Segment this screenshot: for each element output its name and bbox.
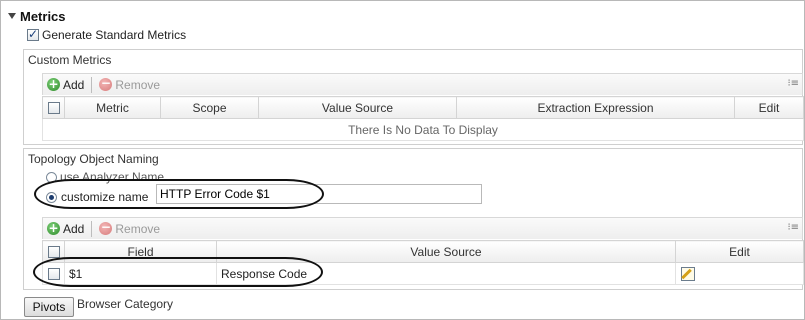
select-all-header[interactable] [42, 96, 65, 119]
column-header-value-source[interactable]: Value Source [258, 96, 457, 119]
add-field-button[interactable]: + Add [43, 219, 88, 239]
customize-name-radio[interactable] [46, 191, 57, 203]
field-cell: $1 [64, 262, 217, 285]
collapse-triangle-icon[interactable] [8, 13, 16, 19]
column-header-extraction-expression[interactable]: Extraction Expression [456, 96, 735, 119]
topology-fields-header-row: Field Value Source Edit [42, 240, 804, 263]
use-analyzer-name-radio[interactable] [46, 171, 57, 183]
metrics-title: Metrics [20, 8, 66, 24]
toolbar-separator [91, 76, 93, 93]
add-field-label: Add [63, 221, 85, 236]
column-header-field[interactable]: Field [64, 240, 217, 263]
use-analyzer-name-option[interactable]: use Analyzer Name [46, 170, 164, 184]
custom-metrics-header-row: Metric Scope Value Source Extraction Exp… [42, 96, 804, 119]
select-all-header[interactable] [42, 240, 65, 263]
custom-metrics-table: Metric Scope Value Source Extraction Exp… [42, 96, 804, 141]
edit-cell [675, 262, 804, 285]
remove-icon: − [99, 76, 113, 91]
column-header-scope[interactable]: Scope [160, 96, 259, 119]
metrics-config-frame: Metrics Generate Standard Metrics Custom… [0, 0, 805, 320]
remove-icon: − [99, 220, 113, 235]
toolbar-separator [91, 220, 93, 237]
value-source-cell: Response Code [216, 262, 676, 285]
column-header-value-source[interactable]: Value Source [216, 240, 676, 263]
empty-row: There Is No Data To Display [42, 118, 804, 141]
pivots-tab-button[interactable]: Pivots [24, 297, 74, 317]
add-metric-button[interactable]: + Add [43, 75, 88, 95]
generate-standard-metrics-checkbox[interactable] [27, 27, 39, 41]
use-analyzer-name-label: use Analyzer Name [60, 170, 165, 184]
metrics-section-header[interactable]: Metrics [8, 7, 66, 25]
select-all-checkbox[interactable] [47, 102, 60, 115]
column-header-edit[interactable]: Edit [734, 96, 804, 119]
generate-standard-metrics-label: Generate Standard Metrics [42, 28, 187, 42]
row-checkbox[interactable] [48, 268, 60, 281]
remove-metric-label: Remove [115, 77, 161, 92]
select-all-checkbox[interactable] [47, 246, 60, 259]
topology-naming-panel: Topology Object Naming use Analyzer Name… [23, 148, 804, 290]
column-header-metric[interactable]: Metric [64, 96, 161, 119]
remove-field-label: Remove [115, 221, 161, 236]
custom-metrics-title: Custom Metrics [28, 53, 112, 67]
add-metric-label: Add [63, 77, 85, 92]
remove-metric-button[interactable]: − Remove [95, 75, 164, 95]
edit-pencil-icon[interactable] [681, 266, 695, 281]
remove-field-button[interactable]: − Remove [95, 219, 164, 239]
row-select-cell[interactable] [42, 262, 65, 285]
empty-message: There Is No Data To Display [42, 118, 804, 141]
custom-metrics-panel: Custom Metrics + Add − Remove ⁝≡ Metric … [23, 49, 804, 145]
add-icon: + [47, 77, 60, 91]
table-row[interactable]: $1 Response Code [42, 262, 804, 285]
topology-fields-table: Field Value Source Edit $1 Response Code [42, 240, 804, 285]
custom-metrics-toolbar: + Add − Remove ⁝≡ [42, 73, 803, 95]
columns-menu-icon[interactable]: ⁝≡ [787, 78, 799, 89]
customize-name-option[interactable]: customize name [46, 189, 148, 205]
topology-fields-toolbar: + Add − Remove ⁝≡ [42, 217, 803, 239]
columns-menu-icon[interactable]: ⁝≡ [787, 222, 799, 233]
browser-category-label[interactable]: Browser Category [77, 297, 173, 311]
generate-standard-metrics-row[interactable]: Generate Standard Metrics [27, 27, 187, 42]
topology-naming-title: Topology Object Naming [28, 152, 159, 166]
customize-name-label: customize name [61, 190, 149, 204]
customize-name-input[interactable] [156, 184, 482, 204]
column-header-edit[interactable]: Edit [675, 240, 804, 263]
add-icon: + [47, 221, 60, 235]
